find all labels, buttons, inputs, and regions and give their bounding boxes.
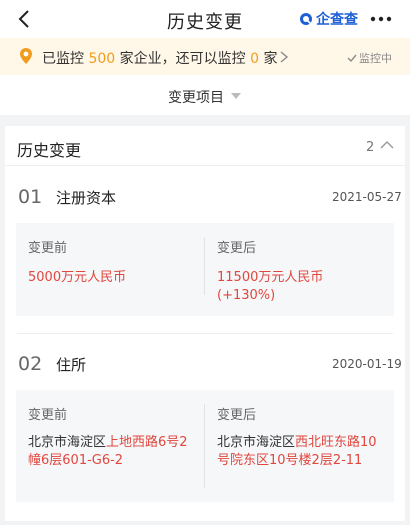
item-date: 2021-05-27 [332,190,402,204]
item-date: 2020-01-19 [332,357,402,371]
after-amount: 11500万元人民币 [217,270,324,285]
remaining-count: 0 [250,51,260,67]
item-separator [17,333,393,334]
monitored-count: 500 [88,51,116,67]
record-count: 2 [366,140,375,155]
column-divider [204,404,205,488]
brand-link[interactable]: 企查查 [299,9,358,29]
before-value: 5000万元人民币 [28,270,127,285]
column-divider [204,237,205,295]
item-index: 01 [18,186,43,208]
more-dots-icon[interactable] [370,10,392,28]
monitor-summary: 已监控 500 家企业，还可以监控 0 家 [42,48,277,68]
after-change-percent: (+130%) [217,288,276,303]
section-divider [5,165,405,166]
filter-bar: 变更项目 [0,75,410,115]
after-value: 11500万元人民币 (+130%) [217,269,387,305]
brand-name: 企查查 [316,12,358,28]
item-name: 住所 [56,356,87,374]
after-unchanged-part: 北京市海淀区 [217,435,296,450]
chevron-right-icon [280,51,289,63]
monitor-suffix: 家 [259,51,278,67]
after-label: 变更后 [217,241,257,256]
change-detail-box: 变更前 变更后 北京市海淀区上地西路6号2幢6层601-G6-2 北京市海淀区西… [16,390,394,502]
change-detail-box: 变更前 变更后 5000万元人民币 11500万元人民币 (+130%) [16,223,394,316]
monitor-banner[interactable]: 已监控 500 家企业，还可以监控 0 家 监控中 [0,38,410,75]
caret-down-icon[interactable] [231,93,241,99]
after-label: 变更后 [217,408,257,423]
top-navbar: 历史变更 企查查 [0,0,410,38]
before-label: 变更前 [28,408,68,423]
monitor-middle: 家企业，还可以监控 [115,51,251,67]
chevron-up-icon[interactable] [379,139,395,151]
check-icon [347,54,357,63]
before-unchanged-part: 北京市海淀区 [28,435,107,450]
before-value: 北京市海淀区上地西路6号2幢6层601-G6-2 [28,434,190,470]
location-pin-icon [20,48,32,64]
monitor-prefix: 已监控 [42,51,89,67]
after-value: 北京市海淀区西北旺东路10号院东区10号楼2层2-11 [217,434,377,470]
history-card: 历史变更 2 01 注册资本 2021-05-27 变更前 变更后 5000万元… [5,126,405,521]
monitoring-status-button[interactable]: 监控中 [347,50,392,66]
section-title: 历史变更 [17,141,82,160]
change-type-filter[interactable]: 变更项目 [168,87,224,107]
monitoring-status-label: 监控中 [359,52,392,65]
item-name: 注册资本 [56,189,117,207]
before-label: 变更前 [28,241,68,256]
brand-logo-icon [300,13,312,25]
item-index: 02 [18,353,43,375]
